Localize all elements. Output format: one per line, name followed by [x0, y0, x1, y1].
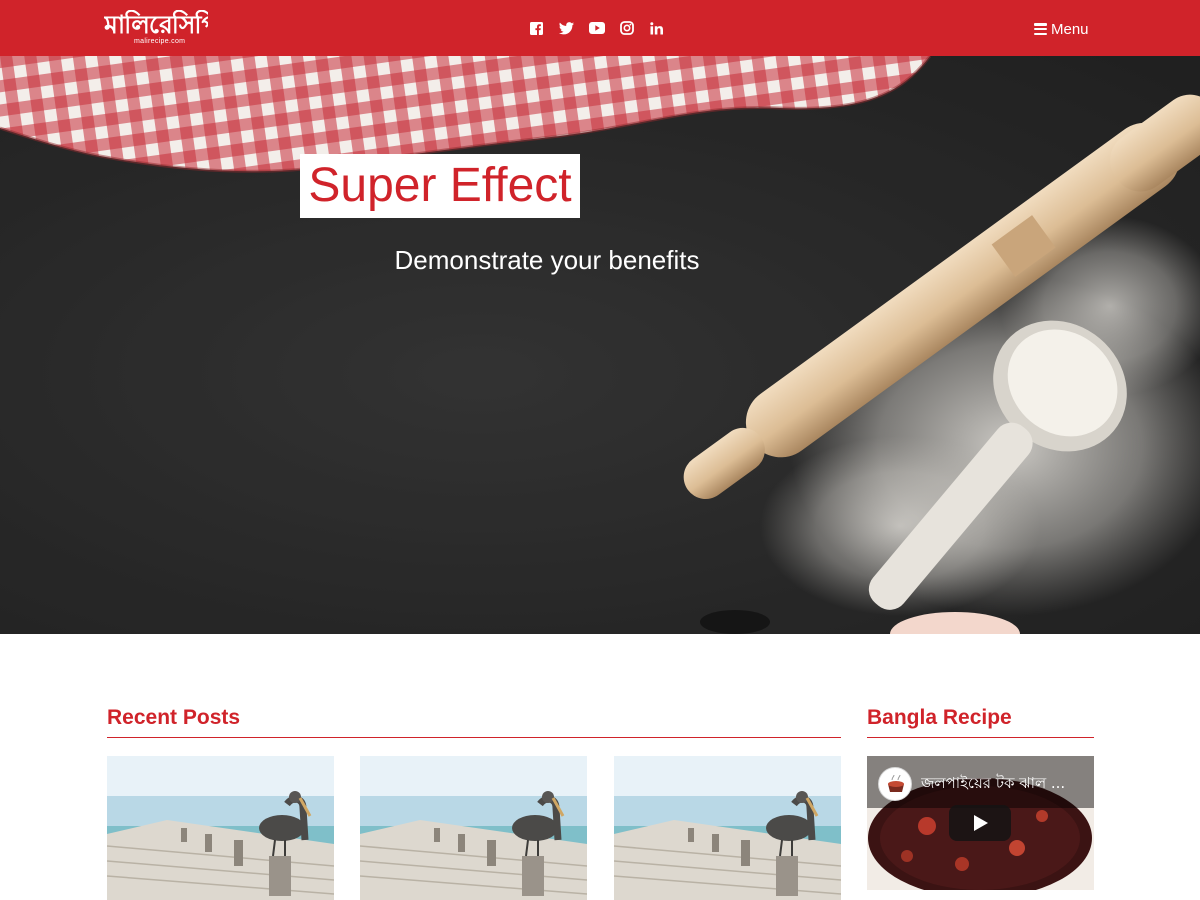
recent-posts-heading: Recent Posts [107, 706, 241, 729]
menu-label: Menu [1051, 20, 1089, 38]
logo-domain: malirecipe.com [134, 38, 186, 45]
top-navbar: মালিরেসিপি malirecipe.com Menu [0, 0, 1200, 56]
bangla-recipe-heading: Bangla Recipe [867, 706, 1012, 729]
youtube-icon[interactable] [588, 20, 605, 37]
hero-background-image [0, 56, 1200, 634]
logo-wordmark: মালিরেসিপি [104, 10, 208, 39]
hero-title: Super Effect [300, 154, 580, 218]
menu-button[interactable]: Menu [1034, 18, 1089, 40]
bangla-recipe-divider [867, 737, 1094, 738]
play-button[interactable] [949, 805, 1011, 841]
post-thumbnail[interactable] [107, 756, 334, 900]
social-links [528, 16, 665, 40]
video-title[interactable]: জলপাইয়ের টক ঝাল ... [921, 772, 1087, 794]
instagram-icon[interactable] [618, 20, 635, 37]
hero-subtitle: Demonstrate your benefits [394, 245, 700, 275]
channel-avatar[interactable] [878, 767, 912, 801]
recent-posts-divider [107, 737, 841, 738]
linkedin-icon[interactable] [648, 20, 665, 37]
post-thumbnail[interactable] [360, 756, 587, 900]
facebook-icon[interactable] [528, 20, 545, 37]
hero-banner: Super Effect Demonstrate your benefits [0, 56, 1200, 634]
site-logo[interactable]: মালিরেসিপি malirecipe.com [104, 10, 208, 48]
twitter-icon[interactable] [558, 20, 575, 37]
post-thumbnail[interactable] [614, 756, 841, 900]
hamburger-icon [1034, 23, 1047, 35]
